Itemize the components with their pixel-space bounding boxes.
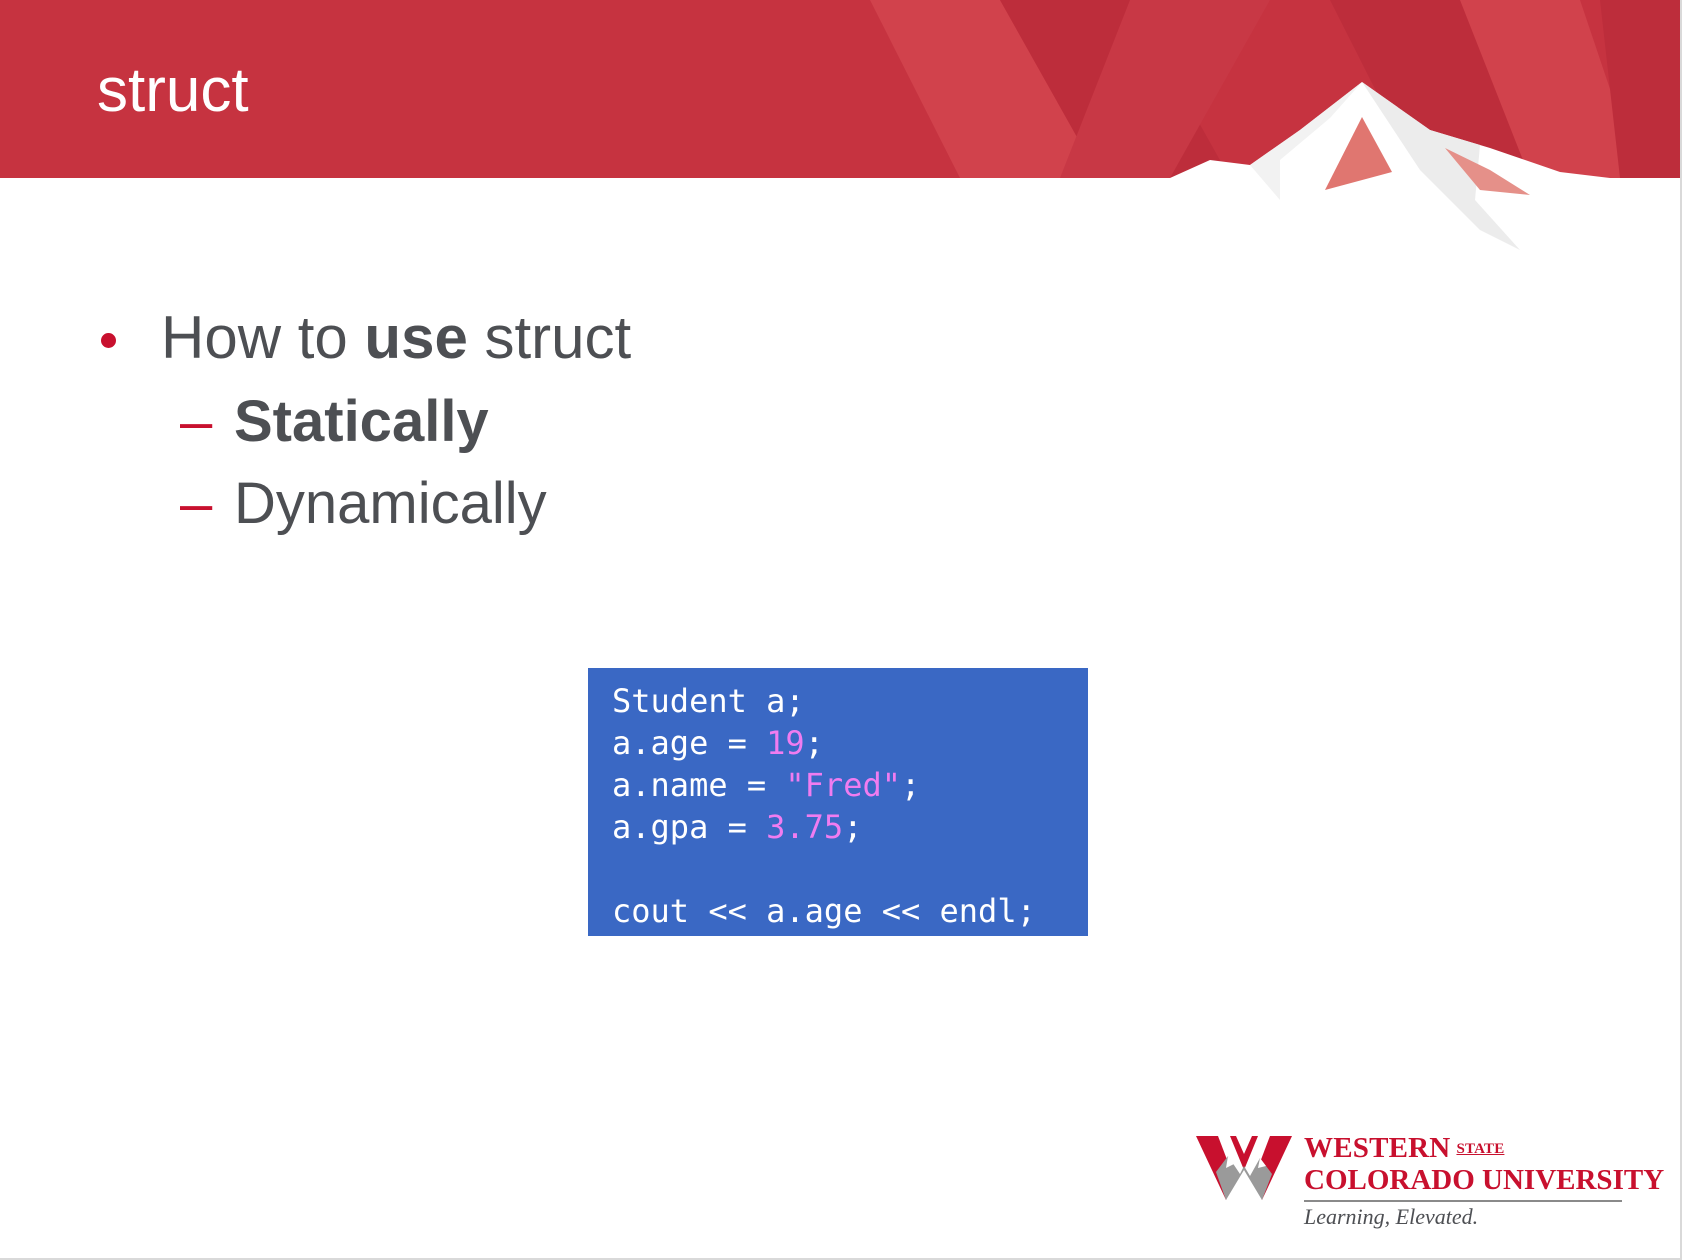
bullet-dot-icon (101, 333, 116, 348)
logo-tagline: Learning, Elevated. (1304, 1204, 1479, 1229)
w-mountain-icon (1196, 1136, 1292, 1200)
slide-title: struct (97, 56, 249, 125)
code-snippet: Student a; a.age = 19; a.name = "Fred"; … (588, 668, 1088, 936)
bullet-suffix: struct (467, 304, 632, 371)
logo-state: STATE (1456, 1141, 1505, 1157)
code-line: Student a; (612, 680, 805, 722)
code-text: ; (843, 808, 863, 846)
code-text: ; (804, 724, 824, 762)
code-text: Student a; (612, 682, 805, 720)
code-text: a.age = (612, 724, 767, 762)
university-logo: WESTERN STATE COLORADO UNIVERSITY Learnin… (1196, 1130, 1664, 1230)
code-literal: "Fred" (785, 766, 901, 804)
code-text: a.gpa = (612, 808, 767, 846)
logo-divider (1304, 1200, 1622, 1202)
dash-icon: – (180, 471, 213, 536)
slide: struct How to use struct – Statically – … (0, 0, 1682, 1260)
dash-icon: – (180, 389, 213, 454)
code-line: a.gpa = 3.75; (612, 806, 862, 848)
logo-western: WESTERN (1304, 1132, 1451, 1164)
code-line: cout << a.age << endl; (612, 890, 1036, 932)
header-banner (0, 0, 1682, 260)
subbullet-text: Statically (234, 389, 489, 454)
logo-wordmark-line1: WESTERN STATE (1304, 1132, 1504, 1165)
code-text: ; (900, 766, 921, 804)
bullet-text: How to use struct (161, 300, 631, 376)
subbullet-text: Dynamically (234, 471, 547, 536)
logo-wordmark-line2: COLORADO UNIVERSITY (1304, 1164, 1665, 1196)
code-line: a.name = "Fred"; (612, 764, 920, 806)
code-text: cout << a.age << endl; (612, 892, 1036, 930)
bullet-bold: use (364, 304, 468, 371)
code-literal: 3.75 (766, 808, 844, 846)
code-literal: 19 (766, 724, 805, 762)
code-text: a.name = (612, 766, 786, 804)
bullet-prefix: How to (161, 304, 365, 371)
code-line: a.age = 19; (612, 722, 824, 764)
